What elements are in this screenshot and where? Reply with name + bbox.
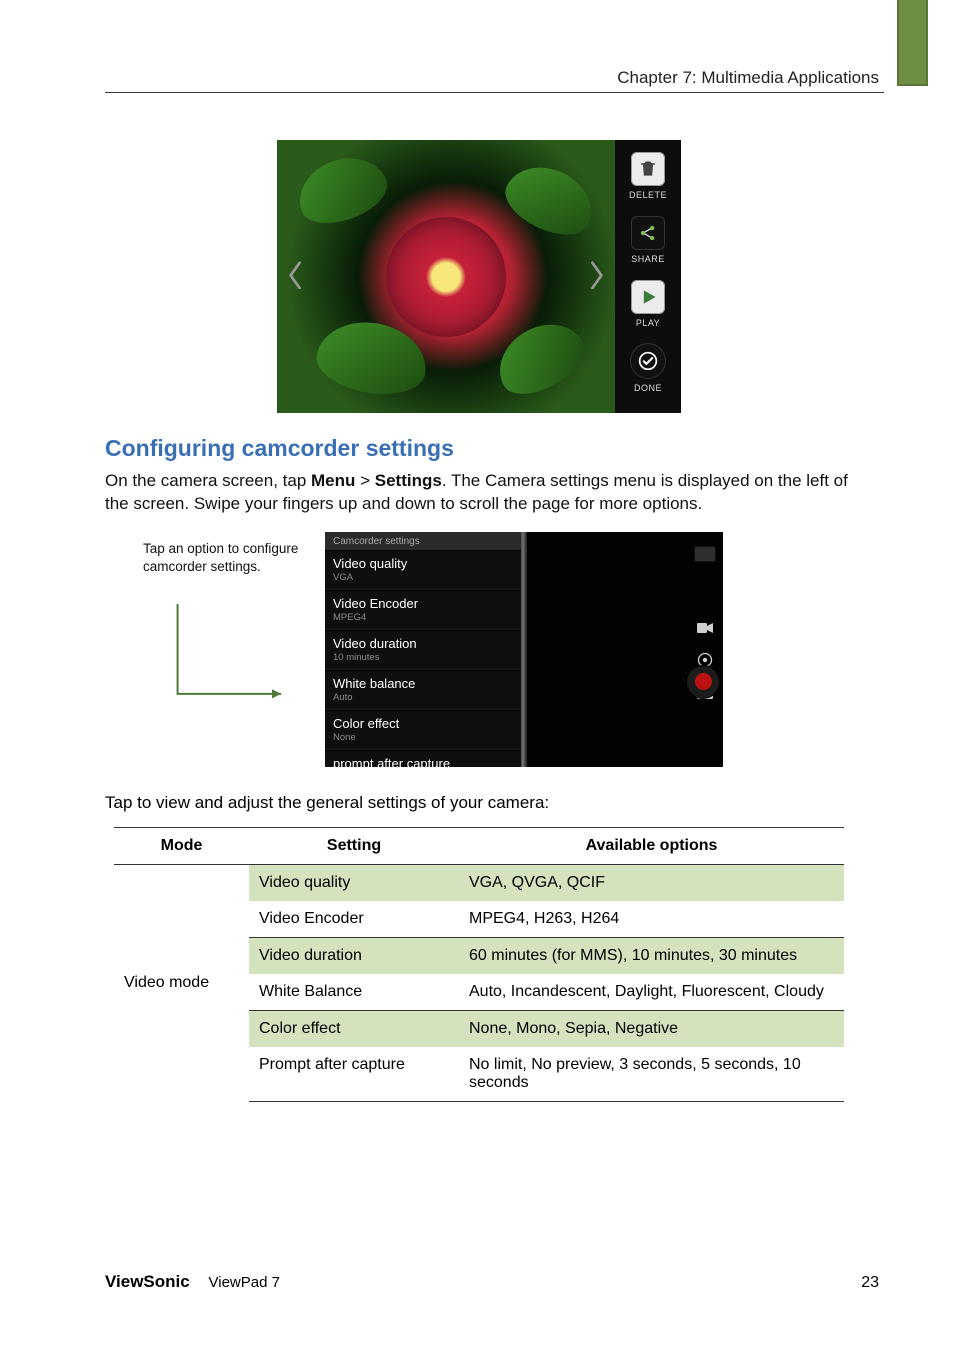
row-sub: 10 minutes [333, 652, 513, 663]
opts-cell: None, Mono, Sepia, Negative [459, 1010, 844, 1047]
done-label: DONE [634, 383, 662, 393]
row-label: Color effect [333, 716, 513, 731]
delete-button[interactable]: DELETE [619, 146, 677, 206]
thumbnail-icon[interactable] [694, 546, 716, 562]
menu-row-color-effect[interactable]: Color effect None [325, 710, 521, 750]
prev-photo-arrow[interactable] [287, 261, 305, 293]
review-actions-panel: DELETE SHARE PLAY DONE [615, 140, 681, 413]
videocam-icon[interactable] [697, 622, 713, 637]
record-button[interactable] [686, 665, 720, 699]
menu-row-video-encoder[interactable]: Video Encoder MPEG4 [325, 590, 521, 630]
leaf-decor [497, 154, 604, 246]
opts-cell: MPEG4, H263, H264 [459, 901, 844, 938]
camcorder-settings-screenshot: Camcorder settings Video quality VGA Vid… [325, 532, 723, 767]
setting-cell: Prompt after capture [249, 1047, 459, 1102]
opts-cell: 60 minutes (for MMS), 10 minutes, 30 min… [459, 937, 844, 974]
row-label: prompt after capture [333, 756, 513, 767]
footer-product-name: ViewPad 7 [209, 1274, 280, 1291]
settings-table: Mode Setting Available options Video mod… [114, 827, 844, 1102]
setting-cell: Video quality [249, 864, 459, 901]
setting-cell: White Balance [249, 974, 459, 1011]
page-footer: ViewSonic ViewPad 7 23 [105, 1272, 879, 1292]
play-label: PLAY [636, 318, 660, 328]
delete-label: DELETE [629, 190, 667, 200]
callout-arrow [173, 604, 283, 714]
share-label: SHARE [631, 254, 665, 264]
camera-side-icons [691, 546, 719, 703]
leaf-decor [289, 146, 394, 233]
leaf-decor [486, 310, 594, 407]
done-button[interactable]: DONE [619, 338, 677, 398]
play-button[interactable]: PLAY [619, 274, 677, 334]
photo-preview [277, 140, 615, 413]
table-intro-para: Tap to view and adjust the general setti… [105, 793, 853, 813]
flower-decor [386, 217, 506, 337]
para-sep: > [355, 471, 374, 490]
share-button[interactable]: SHARE [619, 210, 677, 270]
page-accent-bar [897, 0, 928, 86]
page-number: 23 [861, 1274, 879, 1292]
menu-row-white-balance[interactable]: White balance Auto [325, 670, 521, 710]
col-setting: Setting [249, 827, 459, 864]
menu-row-video-duration[interactable]: Video duration 10 minutes [325, 630, 521, 670]
review-player-screenshot: DELETE SHARE PLAY DONE [277, 140, 681, 413]
settings-bold: Settings [375, 471, 442, 490]
row-sub: Auto [333, 692, 513, 703]
para-text: On the camera screen, tap [105, 471, 311, 490]
col-opts: Available options [459, 827, 844, 864]
section-intro-para: On the camera screen, tap Menu > Setting… [105, 470, 853, 516]
menu-title: Camcorder settings [325, 532, 521, 550]
camcorder-settings-figure: Tap an option to configure camcorder set… [143, 532, 853, 767]
opts-cell: VGA, QVGA, QCIF [459, 864, 844, 901]
row-label: Video duration [333, 636, 513, 651]
setting-cell: Video Encoder [249, 901, 459, 938]
header-rule [105, 92, 884, 93]
opts-cell: Auto, Incandescent, Daylight, Fluorescen… [459, 974, 844, 1011]
section-heading: Configuring camcorder settings [105, 435, 853, 462]
chapter-header: Chapter 7: Multimedia Applications [617, 68, 879, 88]
camcorder-settings-menu: Camcorder settings Video quality VGA Vid… [325, 532, 521, 767]
page-content: DELETE SHARE PLAY DONE Configuring camco… [105, 140, 853, 1102]
menu-bold: Menu [311, 471, 355, 490]
row-label: Video Encoder [333, 596, 513, 611]
row-sub: None [333, 732, 513, 743]
panel-splitter [521, 532, 527, 767]
setting-cell: Video duration [249, 937, 459, 974]
footer-product: ViewPad 7 [200, 1274, 280, 1291]
footer-brand: ViewSonic [105, 1272, 190, 1291]
col-mode: Mode [114, 827, 249, 864]
menu-row-video-quality[interactable]: Video quality VGA [325, 550, 521, 590]
next-photo-arrow[interactable] [587, 261, 605, 293]
row-sub: MPEG4 [333, 612, 513, 623]
callout-text: Tap an option to configure camcorder set… [143, 532, 325, 576]
row-label: White balance [333, 676, 513, 691]
menu-row-prompt-after-capture[interactable]: prompt after capture No preview(default) [325, 750, 521, 767]
callout-span: Tap an option to configure camcorder set… [143, 541, 298, 574]
opts-cell: No limit, No preview, 3 seconds, 5 secon… [459, 1047, 844, 1102]
row-label: Video quality [333, 556, 513, 571]
setting-cell: Color effect [249, 1010, 459, 1047]
row-sub: VGA [333, 572, 513, 583]
mode-cell: Video mode [114, 864, 249, 1101]
record-dot-icon [695, 673, 712, 690]
footer-left: ViewSonic ViewPad 7 [105, 1272, 280, 1292]
